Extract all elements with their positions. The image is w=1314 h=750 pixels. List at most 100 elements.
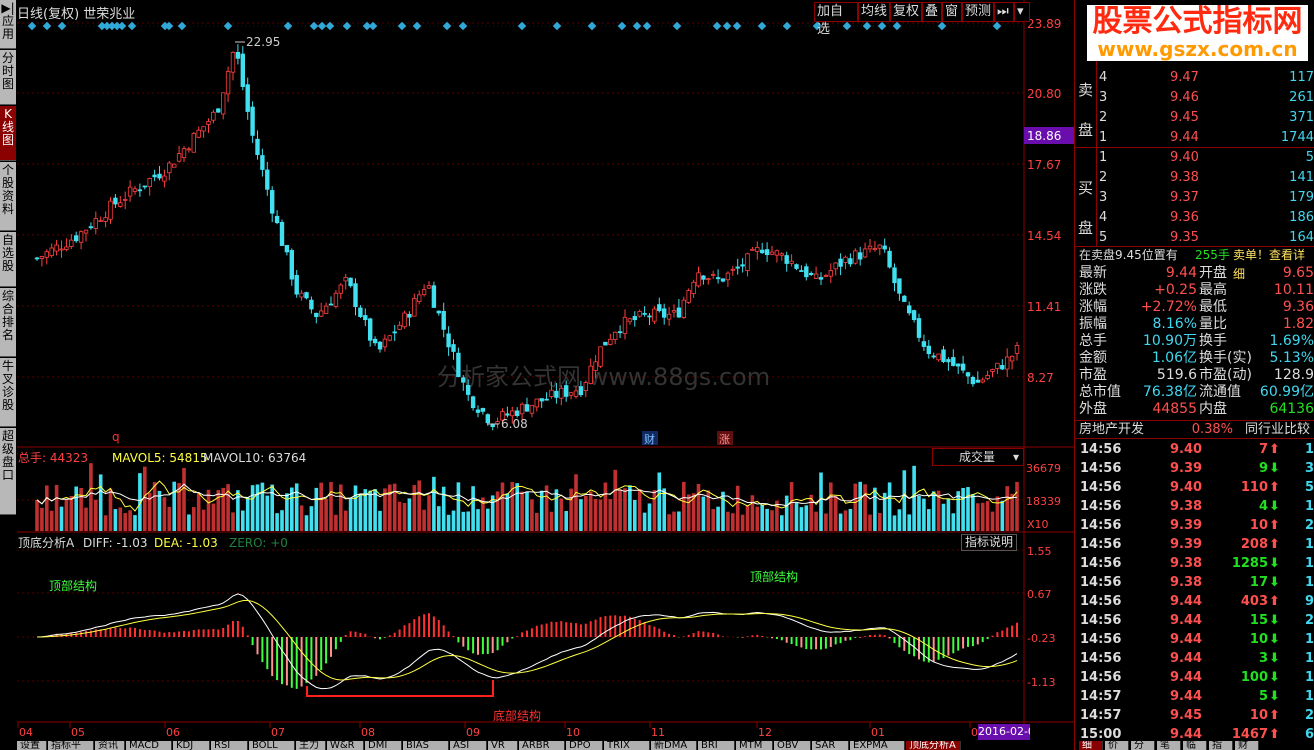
chart-title: 日线(复权) 世荣兆业 xyxy=(17,7,136,22)
candle-body xyxy=(951,357,956,366)
volume-bar xyxy=(863,484,867,531)
candle-body xyxy=(529,404,535,414)
indicator-tab-10[interactable]: BIAS xyxy=(403,741,449,750)
volume-selector[interactable]: 成交量 ▾ xyxy=(932,448,1024,466)
dropdown-icon[interactable]: ▾ xyxy=(1014,2,1030,22)
indicator-tab-8[interactable]: W&R xyxy=(327,741,364,750)
buy-level: 3 9.37 179 xyxy=(1075,188,1314,207)
indicator-tab-12[interactable]: VR xyxy=(488,741,518,750)
signal-diamond xyxy=(117,21,127,31)
indicator-tab-3[interactable]: MACD xyxy=(126,741,172,750)
trade-row: 14:56 9.44 3 ⬇ 1 xyxy=(1075,649,1314,668)
detail-tab-3[interactable]: 笔 xyxy=(1157,741,1181,750)
candle-body xyxy=(813,273,819,279)
indicator-tab-6[interactable]: BOLL xyxy=(249,741,295,750)
candle-body xyxy=(495,421,500,425)
trade-row: 14:57 9.45 10 ⬆ 2 xyxy=(1075,706,1314,725)
indicator-tab-11[interactable]: ASI xyxy=(450,741,487,750)
skip-end-icon[interactable]: ⏭ xyxy=(994,2,1014,22)
volume-bar xyxy=(833,496,838,531)
detail-tab-1[interactable]: 价 xyxy=(1105,741,1129,750)
indicator-tab-0[interactable]: 设置 xyxy=(17,741,47,750)
candle-body xyxy=(505,413,510,416)
toolbar-button-5[interactable]: 预测 xyxy=(962,2,994,22)
sidebar-tab-0[interactable]: ▶|应用 xyxy=(0,0,16,49)
sidebar-tab-5[interactable]: 综合排名 xyxy=(0,288,16,357)
candle-body xyxy=(186,148,192,151)
sidebar-tab-2[interactable]: K线图 xyxy=(0,106,16,161)
toolbar-button-3[interactable]: 叠 xyxy=(922,2,942,22)
trade-volume: 9 xyxy=(1258,461,1268,476)
indicator-tab-19[interactable]: OBV xyxy=(774,741,811,750)
sidebar-tab-4[interactable]: 自选股 xyxy=(0,232,16,287)
sidebar-tab-7[interactable]: 超级盘口 xyxy=(0,428,16,515)
trade-volume: 100 xyxy=(1240,670,1268,685)
indicator-tab-2[interactable]: 资讯 xyxy=(95,741,125,750)
trade-volume: 10 xyxy=(1249,518,1268,533)
level-number: 2 xyxy=(1099,170,1108,185)
sidebar-tab-3[interactable]: 个股资料 xyxy=(0,162,16,231)
candle-body xyxy=(358,307,363,317)
toolbar-button-2[interactable]: 复权 xyxy=(890,2,922,22)
site-logo: 股票公式指标网 www.gszx.com.cn xyxy=(1087,5,1308,61)
toolbar-button-4[interactable]: 窗 xyxy=(942,2,962,22)
indicator-tab-4[interactable]: KDJ xyxy=(173,741,210,750)
sidebar-tab-1[interactable]: 分时图 xyxy=(0,50,16,105)
candle-body xyxy=(64,246,69,250)
indicator-tab-5[interactable]: RSI xyxy=(211,741,248,750)
toolbar-button-1[interactable]: 均线 xyxy=(858,2,890,22)
detail-tab-0[interactable]: 细 xyxy=(1079,741,1103,750)
detail-tab-5[interactable]: 指 xyxy=(1209,741,1233,750)
candle-body xyxy=(137,189,143,192)
volume-bar xyxy=(1000,500,1005,531)
volume-bar xyxy=(265,495,270,531)
volume-selector-label: 成交量 xyxy=(959,450,996,464)
volume-bar xyxy=(907,514,911,531)
volume-bar xyxy=(236,490,240,531)
candle-body xyxy=(921,341,927,347)
indicator-tab-14[interactable]: DPO xyxy=(566,741,603,750)
indicator-tick: 0.67 xyxy=(1027,588,1052,601)
detail-tab-6[interactable]: 财 xyxy=(1235,741,1259,750)
indicator-tab-21[interactable]: EXPMA xyxy=(850,741,905,750)
indicator-tab-1[interactable]: 指标平台 xyxy=(48,741,94,750)
volume-bar xyxy=(829,482,833,531)
trade-count: 9 xyxy=(1305,594,1314,609)
volume-bar xyxy=(731,513,735,531)
indicator-tab-16[interactable]: 新DMA xyxy=(651,741,697,750)
industry-compare-button[interactable]: 同行业比较 xyxy=(1245,420,1310,439)
indicator-tab-22[interactable]: 顶底分析A xyxy=(906,741,961,750)
indicator-help-button[interactable]: 指标说明 xyxy=(961,534,1018,551)
detail-tab-4[interactable]: 临 xyxy=(1183,741,1207,750)
arrow-up-icon: ⬆ xyxy=(1269,480,1280,495)
signal-diamond xyxy=(517,21,527,31)
detail-tab-2[interactable]: 分 xyxy=(1131,741,1155,750)
indicator-tab-18[interactable]: MTM xyxy=(736,741,773,750)
candle-body xyxy=(387,335,392,341)
toolbar-button-0[interactable]: 加自选 xyxy=(814,2,858,37)
kline-chart[interactable]: 23.89 20.80 17.67 14.54 11.41 8.27 18.86 分析家公式网… xyxy=(17,0,1074,740)
candle-body xyxy=(745,253,750,272)
indicator-tab-9[interactable]: DMI xyxy=(365,741,402,750)
indicator-tab-13[interactable]: ARBR xyxy=(519,741,565,750)
indicator-name: 顶底分析A xyxy=(18,535,75,550)
candle-body xyxy=(34,257,40,260)
indicator-tab-7[interactable]: 主力 xyxy=(296,741,326,750)
trade-time: 14:56 xyxy=(1080,480,1122,495)
candle-body xyxy=(583,382,588,392)
indicator-tab-15[interactable]: TRIX xyxy=(604,741,650,750)
candle-body xyxy=(706,278,711,280)
candle-body xyxy=(568,392,574,396)
signal-diamond xyxy=(757,21,767,31)
volume-bar xyxy=(520,491,524,531)
sidebar-tab-6[interactable]: 牛叉诊股 xyxy=(0,358,16,427)
volume-bar xyxy=(564,510,568,531)
indicator-tab-20[interactable]: SAR xyxy=(812,741,849,750)
indicator-tab-17[interactable]: BRI xyxy=(698,741,735,750)
candle-body xyxy=(171,163,177,168)
candle-body xyxy=(510,410,515,417)
candle-body xyxy=(975,379,980,383)
trade-price: 9.38 xyxy=(1170,556,1203,571)
notice-qty: 255手 xyxy=(1195,248,1230,262)
candle-body xyxy=(162,175,167,182)
